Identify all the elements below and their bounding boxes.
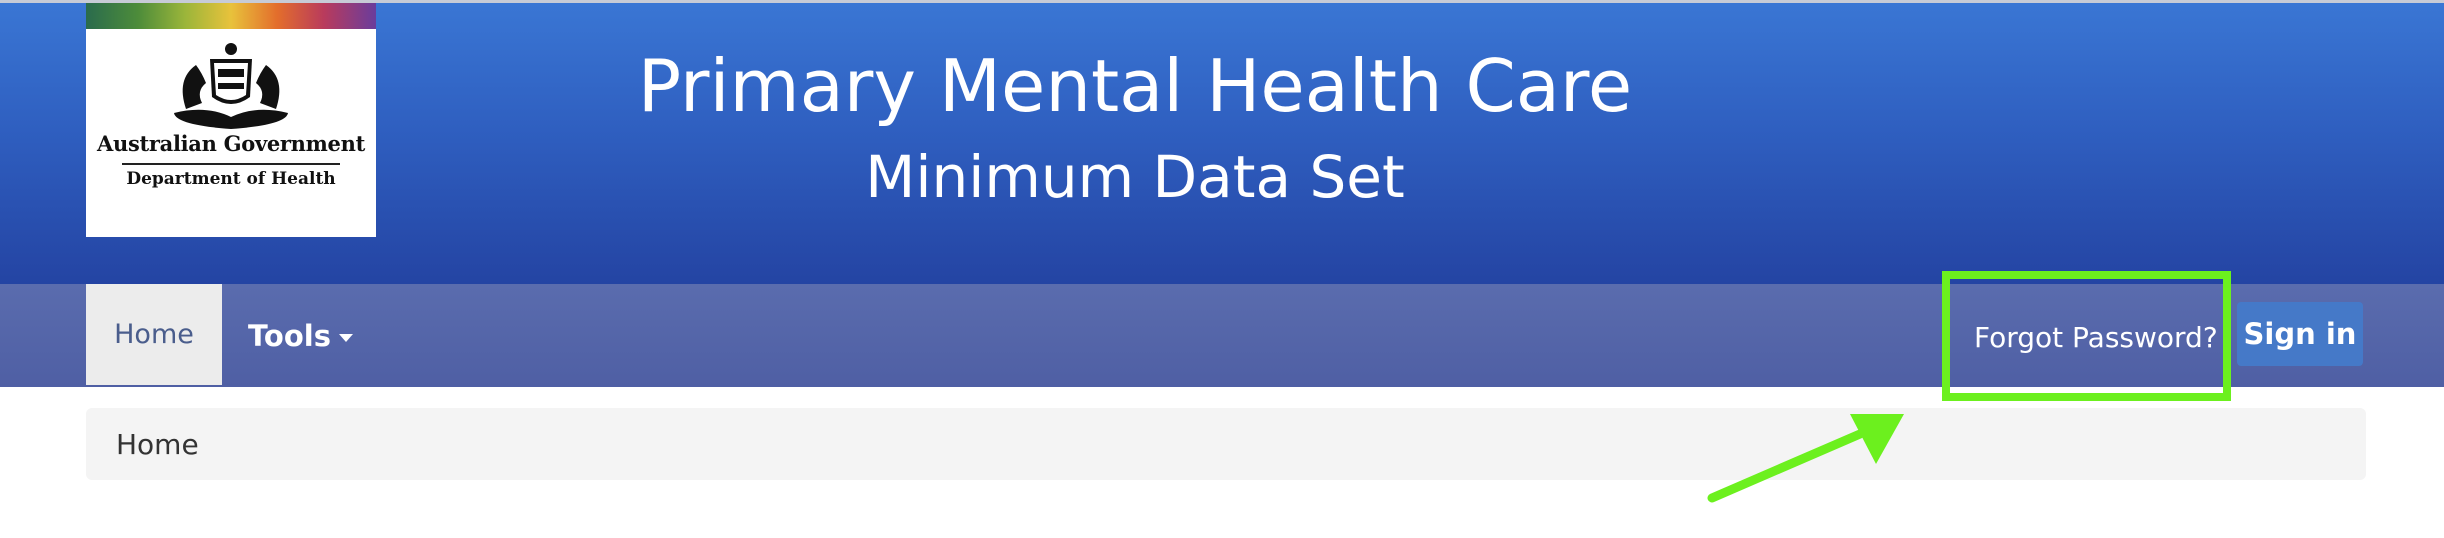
site-title: Primary Mental Health Care [637,44,1633,128]
logo-government-text: Australian Government [97,131,365,156]
logo-rainbow-strip [86,3,376,29]
coat-of-arms-icon [174,43,288,129]
government-logo[interactable]: Australian Government Department of Heal… [86,3,376,237]
breadcrumb-item-home[interactable]: Home [116,408,199,480]
header-banner: Australian Government Department of Heal… [0,0,2444,284]
nav-tools-label: Tools [248,318,331,353]
logo-department-text: Department of Health [126,169,336,189]
logo-divider [122,163,340,165]
nav-home-link[interactable]: Home [86,284,222,385]
site-subtitle: Minimum Data Set [865,143,1405,211]
caret-down-icon [338,333,353,342]
breadcrumb: Home [86,408,2366,480]
annotation-arrow-icon [1707,414,1904,503]
nav-tools-dropdown[interactable]: Tools [248,284,353,387]
annotation-highlight-box [1942,271,2231,401]
sign-in-button[interactable]: Sign in [2237,302,2363,366]
